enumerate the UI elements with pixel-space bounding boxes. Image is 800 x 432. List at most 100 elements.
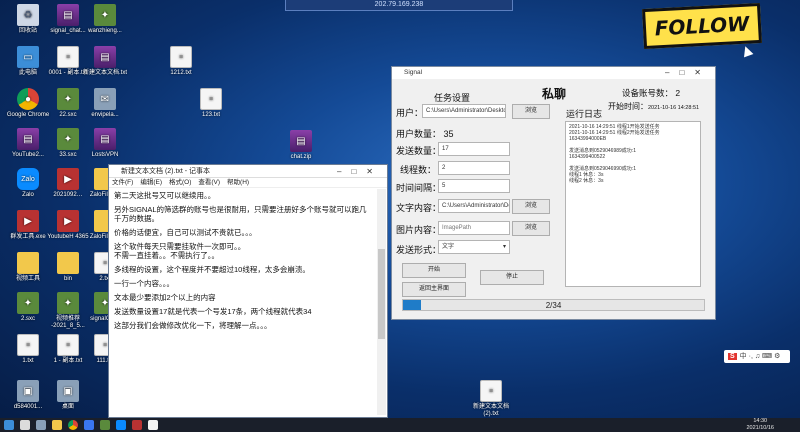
back-to-main-button[interactable]: 返回主界面 — [402, 282, 466, 297]
user-label: 用户： — [396, 108, 424, 118]
log-line: 16343994000EB — [569, 136, 607, 142]
user-path-field[interactable]: C:\Users\Administrator\Desktop\C — [422, 104, 506, 118]
input-method-bar[interactable]: S中 ·, ♫ ⌨ ⚙ — [724, 350, 790, 363]
send-progress-bar: 2/34 — [402, 299, 705, 311]
notepad-text-area[interactable]: 第二天这批号又可以继续用。。 另外SIGNAL的筛选群的账号也是很耐用，只需要注册… — [111, 189, 375, 415]
text-file-icon: ≡ — [57, 46, 79, 68]
mouse-cursor-icon — [740, 44, 754, 58]
text-file-icon: ≡ — [17, 334, 39, 356]
notepad-line: 一行一个内容。。。 — [114, 279, 174, 288]
zip-archive-icon: ▤ — [17, 128, 39, 150]
interval-input[interactable]: 5 — [438, 179, 510, 193]
notepad-window[interactable]: 新建文本文档 (2).txt - 记事本 –□✕ 文件(F) 编辑(E) 格式(O)… — [108, 164, 388, 418]
send-count-label: 发送数量： — [396, 146, 442, 156]
task-view-icon[interactable] — [36, 420, 46, 430]
desktop-icon-label: 1212.txt — [170, 70, 192, 76]
menu-item[interactable]: 格式(O) — [169, 179, 191, 186]
zalo-taskbar-icon[interactable] — [116, 420, 126, 430]
stop-button[interactable]: 停止 — [480, 270, 544, 285]
desktop-icon[interactable]: ✦ wanzhieng... — [82, 4, 128, 35]
text-file-icon: ≡ — [480, 380, 502, 402]
start-time: 开始时间：2021-10-16 14:28:51 — [608, 102, 700, 111]
folder-icon: ▣ — [57, 380, 79, 402]
app-icon: ✦ — [17, 292, 39, 314]
send-mode-select[interactable]: 文字 ▾ — [438, 240, 510, 254]
desktop-icon-label: envipela... — [91, 112, 119, 118]
zip-archive-icon: ▤ — [94, 128, 116, 150]
desktop-icon-label: LostsVPN — [91, 152, 119, 158]
log-entry: 发送消息到0529046990成功:1 线程1 休息：3s 线程2 休息：3s — [569, 166, 697, 184]
desktop-icon[interactable]: ≡ 1212.txt — [158, 46, 204, 77]
window-controls-icon[interactable]: –□✕ — [665, 67, 711, 79]
menu-item[interactable]: 编辑(E) — [140, 179, 162, 186]
image-path-field[interactable]: ImagePath — [438, 221, 510, 235]
notepad-titlebar[interactable]: 新建文本文档 (2).txt - 记事本 –□✕ — [109, 165, 387, 178]
image-file-icon: ▣ — [17, 380, 39, 402]
run-log-panel[interactable]: 2021-10-16 14:29:51 线程1开始发送任务 2021-10-16 … — [565, 121, 701, 287]
desktop-icon[interactable]: ≡ 新建文本文档 (2).txt — [468, 380, 514, 418]
notepad-title: 新建文本文档 (2).txt - 记事本 — [121, 168, 211, 175]
send-count-input[interactable]: 17 — [438, 142, 510, 156]
desktop-icon-label: 新建文本文档 (2).txt — [472, 404, 509, 417]
notepad-line: 不需一直挂着。。不需执行了。。 — [114, 251, 219, 260]
log-entry: 发送消息到0529046989成功:1 1634399400522 — [569, 148, 697, 160]
video-file-icon: ▶ — [57, 168, 79, 190]
desktop-icon[interactable]: ▤ chat.zip — [278, 130, 324, 161]
menu-item[interactable]: 文件(F) — [112, 179, 133, 186]
browse-image-button[interactable]: 浏览 — [512, 221, 550, 236]
log-line: 1634399400522 — [569, 154, 606, 160]
clock-time: 14:30 — [753, 418, 768, 424]
file-explorer-icon[interactable] — [52, 420, 62, 430]
desktop-icon-label: 123.txt — [201, 112, 220, 118]
chrome-taskbar-icon[interactable] — [68, 420, 78, 430]
recycle-bin-icon: ♻ — [17, 4, 39, 26]
notepad-line: 价格的话便宜，自己可以测试不贵就已。。。 — [114, 228, 257, 237]
desktop-icon[interactable]: ≡ 123.txt — [188, 88, 234, 119]
text-content-label: 文字内容： — [396, 203, 442, 213]
notepad-line: 这个软件每天只需要挂软件一次即可。。 — [114, 242, 246, 251]
signal-taskbar-icon[interactable] — [84, 420, 94, 430]
desktop-icon-label: 桌面 — [61, 404, 74, 410]
system-clock[interactable]: 14:30 2021/10/16 — [746, 418, 774, 432]
log-title: 运行日志 — [566, 109, 603, 119]
folder-icon — [57, 252, 79, 274]
notepad-line: 这部分我们会做修改优化一下，将理解一点。。。 — [114, 321, 272, 330]
desktop-icon[interactable]: ▤ 新建文本文档.txt — [82, 46, 128, 77]
browse-text-button[interactable]: 浏览 — [512, 199, 550, 214]
signal-titlebar[interactable]: Signal –□✕ — [392, 67, 715, 79]
chevron-down-icon: ▾ — [502, 244, 506, 250]
desktop-icon[interactable]: ▤ LostsVPN — [82, 128, 128, 159]
start-button[interactable]: 开始 — [402, 263, 466, 278]
notepad-scrollbar[interactable] — [377, 189, 386, 415]
desktop-icon[interactable]: ✉ envipela... — [82, 88, 128, 119]
zip-archive-icon: ▤ — [94, 46, 116, 68]
app-taskbar-icon[interactable] — [100, 420, 110, 430]
notepad-taskbar-icon[interactable] — [148, 420, 158, 430]
menu-item[interactable]: 帮助(H) — [227, 179, 249, 186]
remote-session-bar[interactable]: 202.79.169.238 — [285, 0, 513, 11]
window-controls-icon[interactable]: –□✕ — [337, 165, 383, 178]
user-count-label: 用户数量： 35 — [396, 129, 454, 139]
chrome-icon: ● — [17, 88, 39, 110]
notepad-line: 文本最少要添加2个以上的内容 — [114, 293, 216, 302]
menu-item[interactable]: 查看(V) — [198, 179, 220, 186]
log-line: 线程2 休息：3s — [569, 178, 604, 184]
zip-archive-icon: ▤ — [57, 4, 79, 26]
app-icon: ✦ — [57, 292, 79, 314]
video-taskbar-icon[interactable] — [132, 420, 142, 430]
scroll-thumb[interactable] — [378, 249, 385, 339]
signal-tool-window[interactable]: Signal –□✕ 任务设置 私聊 设备账号数： 2 开始时间：2021-10… — [391, 66, 716, 320]
windows-start-icon[interactable] — [4, 420, 14, 430]
ime-toolbar-icons[interactable]: 中 ·, ♫ ⌨ ⚙ — [740, 353, 781, 360]
app-name: 私聊 — [542, 87, 567, 101]
desktop-icon-label: chat.zip — [290, 154, 312, 160]
zalo-icon: Zalo — [17, 168, 39, 190]
follow-badge: FOLLOW — [642, 2, 762, 50]
threads-input[interactable]: 2 — [438, 161, 510, 175]
send-mode-label: 发送形式： — [396, 245, 442, 255]
search-icon[interactable] — [20, 420, 30, 430]
desktop-icon[interactable]: ▣ 桌面 — [45, 380, 91, 411]
text-path-field[interactable]: C:\Users\Administrator\Deskt — [438, 199, 510, 213]
browse-user-button[interactable]: 浏览 — [512, 104, 550, 119]
desktop-icon-label: 新建文本文档.txt — [82, 70, 127, 76]
